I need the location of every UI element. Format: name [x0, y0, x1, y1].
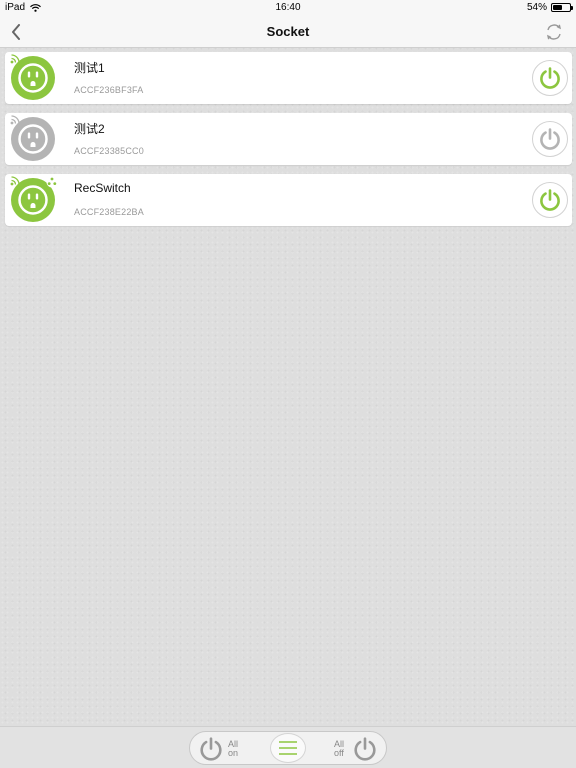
menu-icon: [279, 741, 297, 755]
wifi-signal-icon: [10, 115, 20, 125]
device-name: 测试1: [74, 61, 105, 75]
device-mac: ACCF236BF3FA: [74, 85, 144, 95]
device-row[interactable]: RecSwitch ACCF238E22BA: [5, 174, 572, 226]
all-on-button[interactable]: All on: [198, 735, 242, 763]
status-time: 16:40: [275, 2, 301, 13]
power-toggle-button[interactable]: [532, 182, 568, 218]
control-pill: All on All off: [189, 731, 387, 765]
battery-percent: 54%: [526, 2, 547, 13]
timer-icon: [46, 176, 58, 188]
bottom-toolbar: All on All off: [0, 726, 576, 768]
navigation-bar: Socket: [0, 16, 576, 48]
all-off-label: All off: [334, 740, 348, 758]
all-on-label: All on: [228, 740, 242, 758]
all-off-button[interactable]: All off: [334, 735, 378, 763]
device-name: RecSwitch: [74, 181, 131, 195]
refresh-icon: [547, 24, 561, 40]
menu-button[interactable]: [270, 733, 306, 763]
battery-icon: [551, 3, 573, 12]
battery-fill: [553, 5, 562, 10]
device-row[interactable]: 测试2 ACCF23385CC0: [5, 113, 572, 165]
power-icon: [540, 67, 560, 89]
wifi-signal-icon: [10, 54, 20, 64]
refresh-button[interactable]: [544, 22, 564, 42]
status-bar: iPad 16:40 54%: [0, 0, 576, 16]
all-on-label-line2: on: [228, 748, 239, 758]
page-title: Socket: [266, 24, 310, 39]
all-off-label-line2: off: [334, 748, 344, 758]
device-name: 测试2: [74, 122, 105, 136]
power-toggle-button[interactable]: [532, 121, 568, 157]
power-icon: [540, 128, 560, 150]
device-mac: ACCF23385CC0: [74, 146, 144, 156]
wifi-signal-icon: [10, 176, 20, 186]
power-icon: [540, 189, 560, 211]
power-toggle-button[interactable]: [532, 60, 568, 96]
power-icon: [200, 737, 222, 761]
device-list: 测试1 ACCF236BF3FA 测试2 ACCF23385CC0 RecSwi…: [5, 52, 572, 235]
device-mac: ACCF238E22BA: [74, 207, 144, 217]
device-row[interactable]: 测试1 ACCF236BF3FA: [5, 52, 572, 104]
power-icon: [354, 737, 376, 761]
